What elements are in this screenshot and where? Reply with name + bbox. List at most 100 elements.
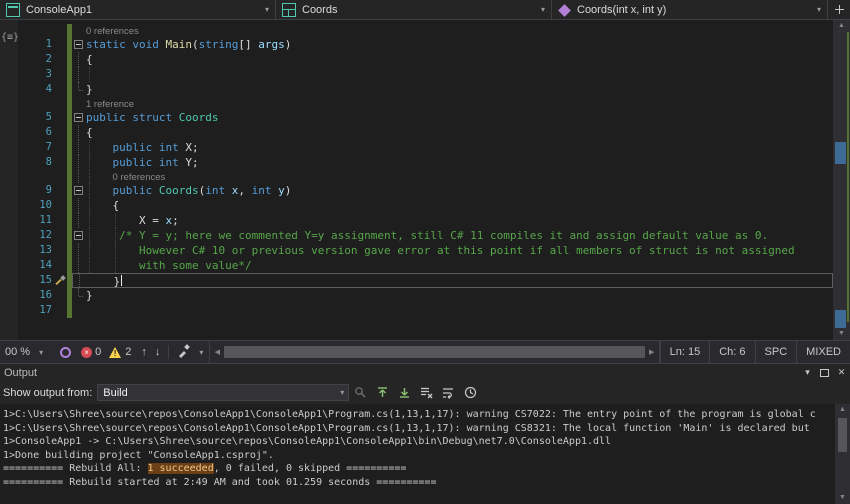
timestamp-icon[interactable] [460,383,481,402]
chevron-down-icon: ▾ [39,347,44,357]
error-icon[interactable]: × [81,346,93,358]
code-line[interactable]: 11 X = x; [0,213,833,228]
code-line[interactable]: 8 public int Y; [0,155,833,170]
collapse-box-icon[interactable] [74,113,83,122]
output-lines-container: 1>C:\Users\Shree\source\repos\ConsoleApp… [3,408,834,489]
code-text: public int X; [86,140,833,155]
scroll-down-icon[interactable]: ▼ [833,329,850,339]
indent-guide [89,67,90,82]
next-issue-icon[interactable]: ↓ [151,346,165,358]
toggle-word-wrap-icon[interactable] [438,383,459,402]
previous-issue-icon[interactable]: ↑ [137,346,151,358]
code-line[interactable]: 6{ [0,125,833,140]
clear-all-icon[interactable] [416,383,437,402]
collapse-box-icon[interactable] [74,40,83,49]
document-health-icon[interactable] [60,346,72,358]
scroll-up-icon[interactable]: ▲ [835,405,850,415]
code-line[interactable]: 15 } [0,273,833,288]
horizontal-scrollbar-thumb[interactable] [224,346,645,358]
chevron-down-icon[interactable]: ▾ [799,365,816,380]
divider [168,345,170,359]
output-line: 1>ConsoleApp1 -> C:\Users\Shree\source\r… [3,436,612,447]
outlining-margin [72,52,86,67]
quick-actions-icon[interactable] [55,275,66,286]
codelens-row: 1 reference [0,97,833,110]
float-window-icon[interactable] [816,365,833,380]
show-output-from-label: Show output from: [3,386,93,399]
code-lines-container: 0 references 1 static void Main(string[] a… [0,24,833,318]
line-number: 7 [45,141,52,153]
code-line[interactable]: 1 static void Main(string[] args) [0,37,833,52]
codelens-label[interactable]: 0 references [86,171,165,183]
output-panel: Output ▾ ✕ Show output from: Build ▾ 1>C… [0,363,850,504]
output-log[interactable]: 1>C:\Users\Shree\source\repos\ConsoleApp… [0,404,850,504]
output-line: ========== Rebuild started at 2:49 AM an… [3,476,437,488]
indent-guide [89,170,90,183]
warning-count[interactable]: 2 [122,346,137,358]
indent-guide [89,258,90,273]
collapse-box-icon[interactable] [74,186,83,195]
change-overview-marker [847,32,849,322]
code-line[interactable]: 4} [0,82,833,97]
code-text: 0 references [86,170,833,183]
horizontal-scrollbar[interactable]: ◀ ▶ [209,341,660,363]
code-text: 0 references [86,24,833,37]
output-panel-header[interactable]: Output ▾ ✕ [0,364,850,381]
code-line[interactable]: 14 with some value*/ [0,258,833,273]
scroll-right-icon[interactable]: ▶ [645,341,659,363]
code-line[interactable]: 13 However C# 10 or previous version gav… [0,243,833,258]
indent-guide [89,183,90,198]
project-dropdown[interactable]: ConsoleApp1 ▾ [0,0,276,19]
editor-status-bar: 00 % ▾ × 0 2 ↑ ↓ ▾ ◀ ▶ Ln: 15 Ch: 6 SPC … [0,340,850,363]
output-scrollbar[interactable]: ▲ ▼ [835,404,850,504]
outlining-margin [72,97,86,110]
code-text: public struct Coords [86,111,219,124]
member-dropdown[interactable]: Coords(int x, int y) ▾ [552,0,828,19]
code-line[interactable]: 10 { [0,198,833,213]
goto-previous-message-icon[interactable] [372,383,393,402]
code-line[interactable]: 16} [0,288,833,303]
code-line[interactable]: 17 [0,303,833,318]
output-line: ========== Rebuild All: 1 succeeded, 0 f… [3,463,407,474]
line-number: 5 [45,111,52,123]
vertical-scrollbar[interactable]: ▲ ▼ [833,20,850,340]
scroll-down-icon[interactable]: ▼ [835,493,850,503]
code-line[interactable]: 12 /* Y = y; here we commented Y=y assig… [0,228,833,243]
code-text: /* Y = y; here we commented Y=y assignme… [86,228,833,243]
code-line[interactable]: 2{ [0,52,833,67]
indentation-indicator[interactable]: SPC [754,341,797,363]
chevron-down-icon[interactable]: ▾ [193,348,209,357]
outlining-margin [72,288,86,303]
zoom-control[interactable]: 00 % ▾ [0,346,54,358]
code-line[interactable]: 5 public struct Coords [0,110,833,125]
line-indicator[interactable]: Ln: 15 [659,341,710,363]
line-ending-indicator[interactable]: MIXED [796,341,850,363]
close-icon[interactable]: ✕ [833,365,850,380]
code-cleanup-icon[interactable] [177,343,191,361]
column-indicator[interactable]: Ch: 6 [709,341,754,363]
code-line[interactable]: 7 public int X; [0,140,833,155]
code-line[interactable]: 9 public Coords(int x, int y) [0,183,833,198]
output-scrollbar-thumb[interactable] [838,418,847,452]
scroll-up-icon[interactable]: ▲ [833,21,850,31]
goto-next-message-icon[interactable] [394,383,415,402]
type-dropdown[interactable]: Coords ▾ [276,0,552,19]
collapse-box-icon[interactable] [74,231,83,240]
indent-guide [89,213,90,228]
warning-icon[interactable] [109,346,122,358]
find-message-icon[interactable] [350,383,371,402]
outlining-margin [72,24,86,37]
horizontal-scrollbar-track[interactable] [224,346,645,358]
codelens-label[interactable]: 1 reference [86,98,134,110]
error-count[interactable]: 0 [92,346,107,358]
indent-guide [115,228,117,243]
struct-icon [282,2,296,17]
output-source-combobox[interactable]: Build ▾ [97,384,350,401]
code-editor[interactable]: {≡} 0 references 1 static void Main(string… [0,20,850,340]
split-window-button[interactable] [828,0,850,19]
scroll-left-icon[interactable]: ◀ [210,341,224,363]
codelens-label[interactable]: 0 references [86,25,139,37]
outlining-margin [72,228,86,243]
outlining-margin [72,37,86,52]
code-line[interactable]: 3 [0,67,833,82]
